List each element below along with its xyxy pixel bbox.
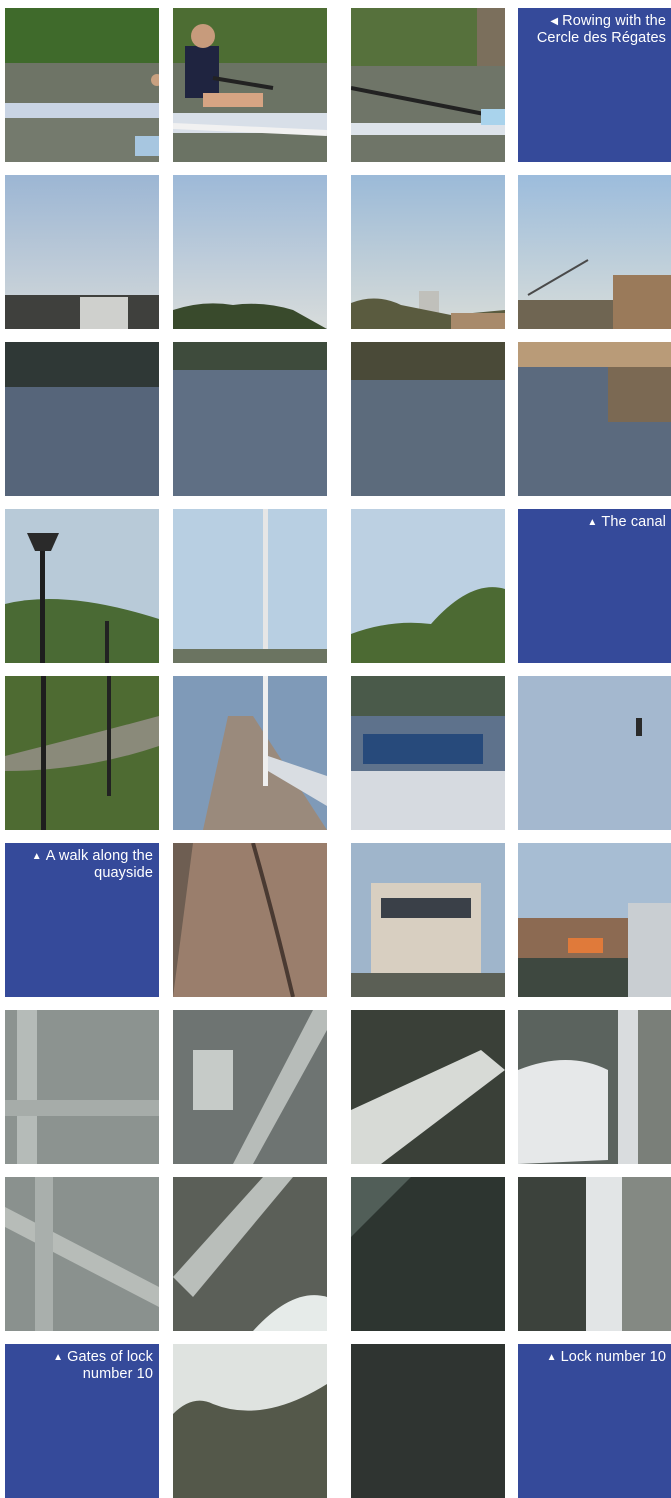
- photo-lamp-path: [5, 676, 159, 830]
- photo-lock-wall: [518, 1177, 671, 1331]
- photo-lock-gate-mesh-2: [173, 1010, 327, 1164]
- caption-tile-gates: ▲ Gates of lock number 10: [5, 1344, 159, 1498]
- caret-up-icon: ▲: [546, 1352, 557, 1363]
- photo-canal-reflection-3: [351, 342, 505, 496]
- photo-tall-pole: [173, 509, 327, 663]
- photo-oar-river-bank: [351, 8, 505, 162]
- photo-barge-hull: [351, 1177, 505, 1331]
- photo-canal-skyline-trees: [173, 175, 327, 329]
- caption-walk: ▲ A walk along the quayside: [9, 848, 153, 881]
- caret-left-icon: ◀: [550, 16, 559, 27]
- photo-churning-water: [173, 1344, 327, 1498]
- caret-up-icon: ▲: [53, 1352, 64, 1363]
- photo-canal-skyline-crane: [518, 175, 671, 329]
- caret-up-icon: ▲: [587, 517, 598, 528]
- caption-canal: ▲ The canal: [522, 514, 666, 531]
- photo-lock-bridge-town: [518, 843, 671, 997]
- photo-lock-gate-water: [173, 1177, 327, 1331]
- photo-barge-in-lock-1: [351, 1010, 505, 1164]
- photo-dark-water: [351, 1344, 505, 1498]
- photo-quay-path-railing: [173, 676, 327, 830]
- caption-gates: ▲ Gates of lock number 10: [9, 1349, 153, 1382]
- photo-motorboat-in-lock: [518, 1010, 671, 1164]
- photo-lock-control-house: [351, 843, 505, 997]
- caret-up-icon: ▲: [31, 851, 42, 862]
- photo-canal-reflection-1: [5, 342, 159, 496]
- caption-walk-text: A walk along the quayside: [45, 848, 153, 881]
- photo-trees-sky: [351, 509, 505, 663]
- photo-lock-gate-mesh-1: [5, 1010, 159, 1164]
- photo-rower-boat-stern: [5, 8, 159, 162]
- caption-tile-walk: ▲ A walk along the quayside: [5, 843, 159, 997]
- caption-gates-text: Gates of lock number 10: [67, 1349, 153, 1382]
- caption-canal-text: The canal: [601, 514, 666, 530]
- caption-lock: ▲ Lock number 10: [522, 1349, 666, 1366]
- caption-tile-canal: ▲ The canal: [518, 509, 671, 663]
- caption-rowing: ◀ Rowing with the Cercle des Régates: [522, 13, 666, 46]
- caption-tile-rowing: ◀ Rowing with the Cercle des Régates: [518, 8, 671, 162]
- caption-tile-lock: ▲ Lock number 10: [518, 1344, 671, 1498]
- photo-lamp-posts: [5, 509, 159, 663]
- photo-canal-reflection-2: [173, 342, 327, 496]
- photo-rower-woman: [173, 8, 327, 162]
- photo-barge-railing: [351, 676, 505, 830]
- photo-grey-sky-lamp: [518, 676, 671, 830]
- photo-canal-skyline-town: [351, 175, 505, 329]
- photo-canal-reflection-4: [518, 342, 671, 496]
- caption-lock-text: Lock number 10: [560, 1349, 666, 1365]
- photo-lock-gate-beams: [5, 1177, 159, 1331]
- photo-canal-skyline-left: [5, 175, 159, 329]
- photo-paving-stones: [173, 843, 327, 997]
